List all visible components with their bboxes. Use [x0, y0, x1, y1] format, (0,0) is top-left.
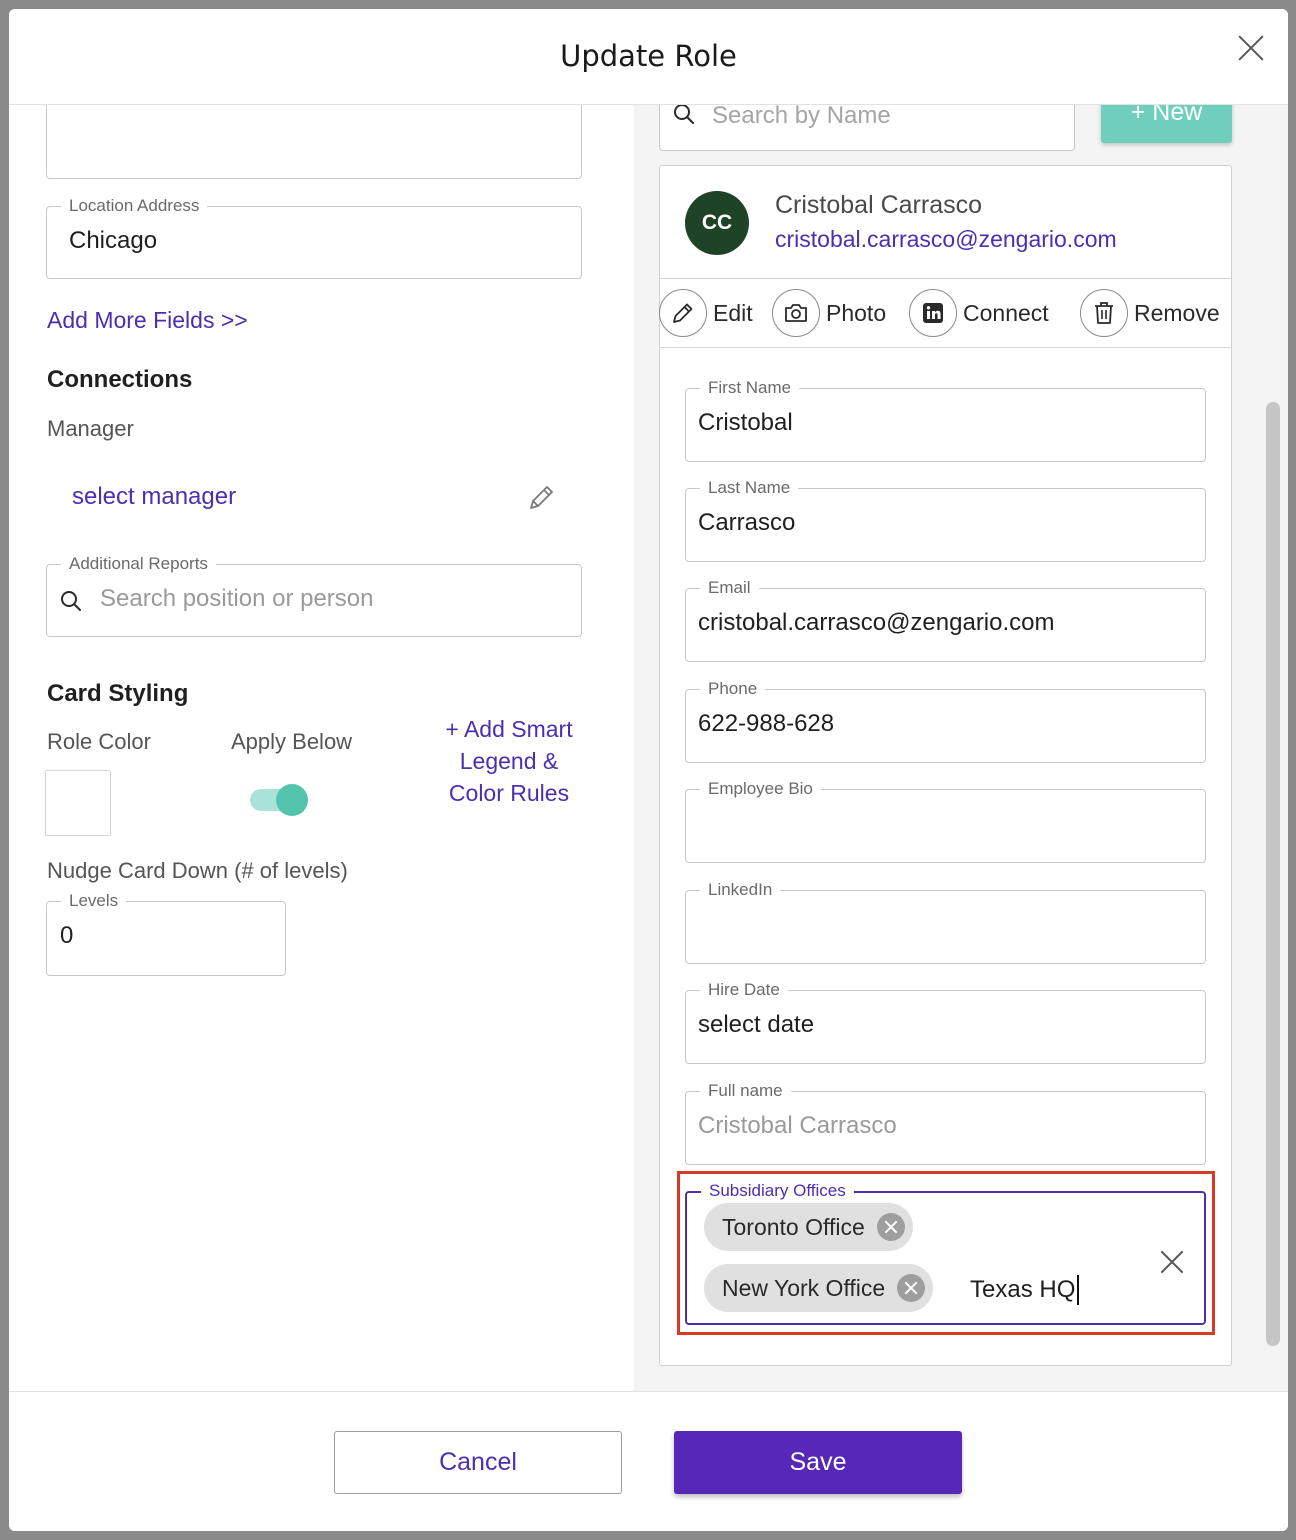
chip-remove-icon[interactable]: [897, 1274, 926, 1302]
first-name-label: First Name: [700, 378, 800, 398]
trash-icon: [1080, 289, 1128, 337]
linkedin-field[interactable]: LinkedIn: [685, 880, 1206, 964]
avatar: CC: [685, 191, 749, 255]
location-address-field[interactable]: Location Address Chicago: [46, 196, 582, 279]
select-manager-link[interactable]: select manager: [72, 483, 236, 511]
employee-bio-label: Employee Bio: [700, 779, 821, 799]
full-name-label: Full name: [700, 1081, 791, 1101]
new-button[interactable]: + New: [1101, 105, 1232, 143]
apply-below-label: Apply Below: [231, 729, 353, 754]
person-email-link[interactable]: cristobal.carrasco@zengario.com: [775, 226, 1117, 253]
additional-reports-field[interactable]: Additional Reports Search position or pe…: [46, 554, 582, 637]
first-name-value: Cristobal: [698, 409, 793, 436]
email-field[interactable]: Email cristobal.carrasco@zengario.com: [685, 578, 1206, 662]
pencil-icon: [659, 289, 707, 337]
pencil-icon[interactable]: [526, 483, 556, 513]
photo-label: Photo: [826, 299, 887, 326]
scrollbar-thumb[interactable]: [1266, 402, 1280, 1346]
subsidiary-offices-field[interactable]: Subsidiary Offices Toronto Office New Yo…: [685, 1181, 1206, 1325]
modal-footer: Cancel Save: [9, 1391, 1288, 1531]
additional-reports-label: Additional Reports: [61, 554, 216, 574]
levels-field[interactable]: Levels 0: [46, 891, 286, 976]
linkedin-icon: [909, 289, 957, 337]
chip-remove-icon[interactable]: [876, 1213, 905, 1241]
full-name-value: Cristobal Carrasco: [698, 1112, 897, 1139]
full-name-field: Full name Cristobal Carrasco: [685, 1081, 1206, 1165]
role-color-swatch[interactable]: [45, 770, 111, 836]
hire-date-label: Hire Date: [700, 980, 788, 1000]
chip-new-york-office: New York Office: [704, 1264, 934, 1312]
hire-date-field[interactable]: Hire Date select date: [685, 980, 1206, 1064]
subsidiary-offices-label: Subsidiary Offices: [701, 1181, 854, 1201]
search-by-name-input[interactable]: Search by Name: [659, 105, 1075, 151]
save-button[interactable]: Save: [674, 1431, 962, 1494]
apply-below-toggle[interactable]: [250, 784, 308, 816]
subsidiary-offices-input[interactable]: Texas HQ: [970, 1275, 1080, 1305]
search-icon: [674, 105, 694, 124]
edit-button[interactable]: Edit: [659, 289, 753, 337]
description-field[interactable]: [46, 105, 582, 179]
manager-label: Manager: [47, 416, 134, 441]
hire-date-value: select date: [698, 1011, 815, 1038]
employee-bio-field[interactable]: Employee Bio: [685, 779, 1206, 863]
email-label: Email: [700, 578, 759, 598]
smart-legend-line-2: Legend &: [459, 748, 559, 774]
divider: [659, 347, 1232, 348]
smart-legend-line-1: + Add Smart: [445, 716, 573, 742]
linkedin-label: LinkedIn: [700, 880, 781, 900]
add-more-fields-link[interactable]: Add More Fields >>: [47, 307, 248, 334]
levels-value: 0: [60, 922, 74, 949]
camera-icon: [772, 289, 820, 337]
smart-legend-line-3: Color Rules: [448, 780, 570, 806]
close-icon[interactable]: [1234, 31, 1268, 65]
last-name-label: Last Name: [700, 478, 799, 498]
location-address-label: Location Address: [61, 196, 208, 216]
location-address-value: Chicago: [69, 227, 158, 254]
chip-label: New York Office: [722, 1274, 886, 1301]
last-name-value: Carrasco: [698, 509, 796, 536]
phone-value: 622-988-628: [698, 710, 835, 737]
modal-header: Update Role: [9, 9, 1288, 105]
role-color-label: Role Color: [47, 729, 151, 754]
last-name-field[interactable]: Last Name Carrasco: [685, 478, 1206, 562]
modal-title: Update Role: [560, 39, 737, 73]
connect-button[interactable]: Connect: [909, 289, 1049, 337]
modal-body: Location Address Chicago Add More Fields…: [9, 105, 1288, 1391]
phone-field[interactable]: Phone 622-988-628: [685, 679, 1206, 763]
email-value: cristobal.carrasco@zengario.com: [698, 609, 1055, 636]
update-role-modal: Update Role Location Address Chicago Add…: [9, 9, 1288, 1531]
phone-label: Phone: [700, 679, 766, 699]
toggle-knob: [276, 784, 308, 816]
first-name-field[interactable]: First Name Cristobal: [685, 378, 1206, 462]
chip-toronto-office: Toronto Office: [704, 1203, 913, 1251]
additional-reports-placeholder: Search position or person: [100, 585, 374, 612]
card-styling-heading: Card Styling: [47, 680, 189, 707]
connect-label: Connect: [963, 299, 1049, 326]
remove-label: Remove: [1134, 299, 1220, 326]
clear-icon[interactable]: [1159, 1249, 1185, 1275]
remove-button[interactable]: Remove: [1080, 289, 1220, 337]
divider: [659, 278, 1232, 279]
search-icon: [61, 591, 81, 611]
photo-button[interactable]: Photo: [772, 289, 886, 337]
left-panel: Location Address Chicago Add More Fields…: [9, 105, 634, 1391]
chip-label: Toronto Office: [722, 1213, 865, 1240]
right-panel: Search by Name + New CC Cristobal Carras…: [634, 105, 1288, 1391]
edit-label: Edit: [713, 299, 753, 326]
nudge-card-label: Nudge Card Down (# of levels): [47, 858, 348, 883]
cancel-button[interactable]: Cancel: [334, 1431, 622, 1494]
person-name: Cristobal Carrasco: [775, 191, 983, 219]
add-smart-legend-link[interactable]: + Add Smart Legend & Color Rules: [419, 713, 599, 809]
connections-heading: Connections: [47, 366, 193, 393]
search-by-name-placeholder: Search by Name: [712, 105, 891, 129]
levels-label: Levels: [61, 891, 127, 911]
